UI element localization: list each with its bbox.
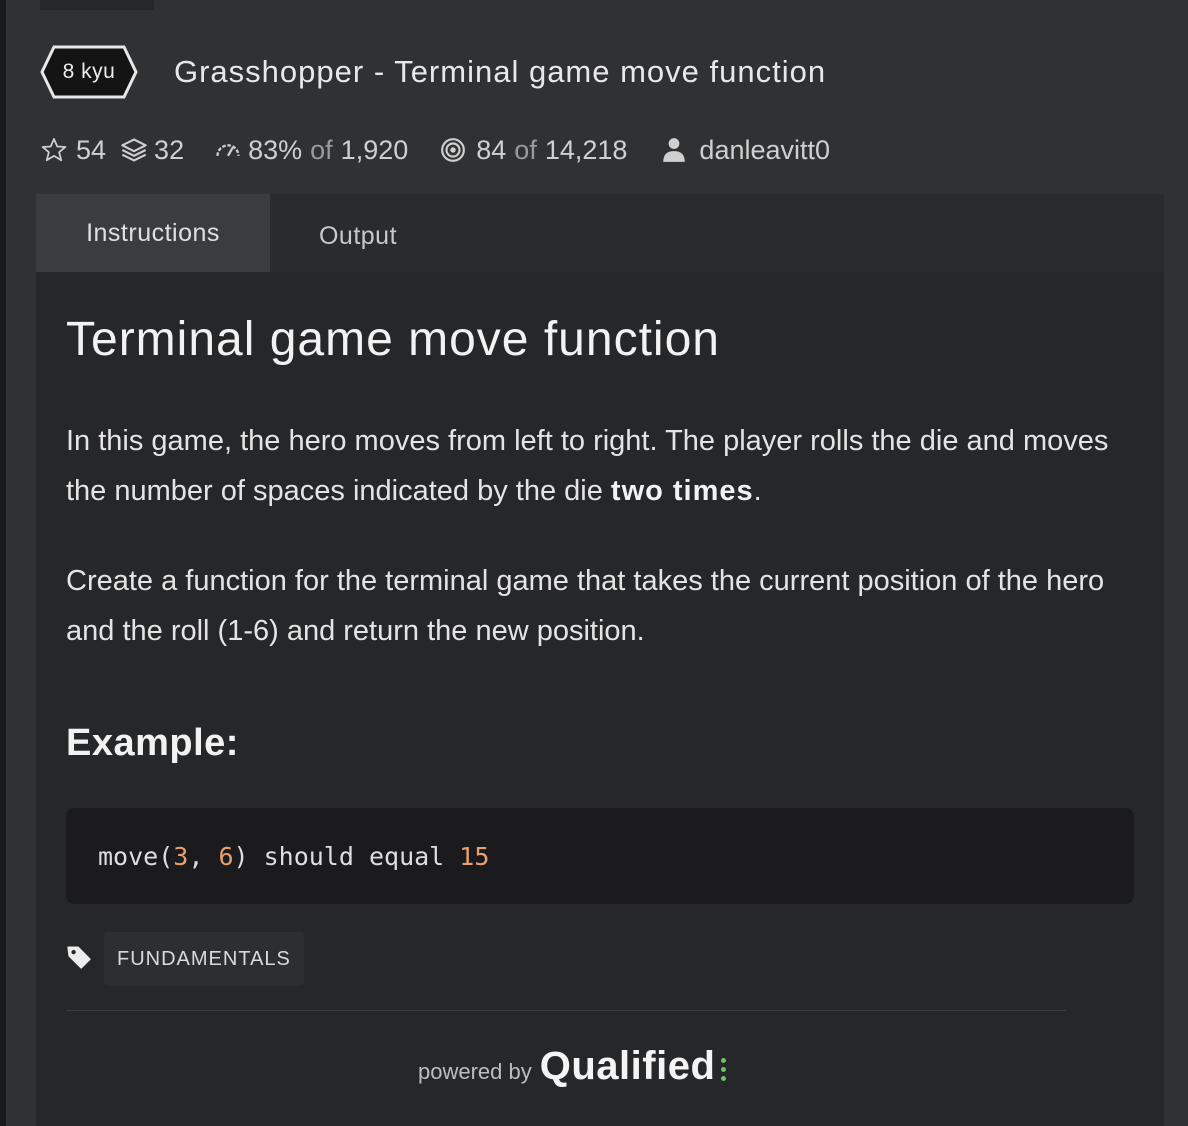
kata-title: Grasshopper - Terminal game move functio… [174,54,827,89]
tag-icon [66,944,92,975]
kata-page: 8 kyu Grasshopper - Terminal game move f… [6,0,1188,1126]
author-stat[interactable]: danleavitt0 [661,135,830,166]
completed-of: of [514,134,537,165]
satisfaction-rate: 83% [248,134,303,165]
footer-divider [66,1010,1066,1011]
powered-by-qualified[interactable]: powered by Qualified [418,1044,727,1094]
description-paragraph-2: Create a function for the terminal game … [66,565,1105,647]
paragraph-1-emphasis: two times [610,475,754,507]
star-icon[interactable] [40,136,68,164]
completed-stat: 84 of 14,218 [440,135,627,166]
target-icon [440,137,466,163]
paragraph-1-text: In this game, the hero moves from left t… [66,425,1109,507]
description-paragraph-1: In this game, the hero moves from left t… [66,416,1141,516]
top-tab-stub [40,0,154,10]
satisfaction-of: of [310,134,333,165]
tab-output[interactable]: Output [270,194,446,272]
qualified-dots-icon [721,1057,727,1081]
code-result: 15 [459,841,490,871]
paragraph-1-end: . [753,475,762,507]
satisfaction-total: 1,920 [340,134,409,165]
code-fn: move( [98,841,174,871]
stars-stat[interactable]: 54 [40,135,106,166]
tab-bar: Instructions Output [36,194,1164,272]
satisfaction-stat: 83% of 1,920 [214,135,408,166]
example-code-block: move(3, 6) should equal 15 [66,808,1134,904]
code-rest: ) should equal [233,841,460,871]
stars-count: 54 [76,134,107,165]
rank-badge: 8 kyu [40,44,138,100]
gauge-icon [214,136,242,164]
example-heading: Example: [66,722,239,764]
code-sep: , [188,841,219,871]
tab-instructions[interactable]: Instructions [36,194,270,272]
powered-by-label: powered by [418,1059,532,1084]
tag-list: FUNDAMENTALS [66,932,304,986]
collections-stat[interactable]: 32 [120,135,184,166]
completed-count: 84 [476,134,507,165]
layers-icon[interactable] [120,136,148,164]
user-icon [661,136,687,164]
description-panel: Instructions Output Terminal game move f… [36,194,1164,1126]
qualified-logo[interactable]: Qualified [540,1044,716,1089]
tag-fundamentals[interactable]: FUNDAMENTALS [104,932,304,986]
rank-label: 8 kyu [62,60,116,83]
collections-count: 32 [154,134,185,165]
kata-stats: 54 32 83% of 1,920 84 of 14,218 danleavi… [40,128,830,172]
author-link[interactable]: danleavitt0 [699,135,830,166]
description-heading: Terminal game move function [66,313,720,366]
completed-total: 14,218 [544,134,628,165]
kata-header: 8 kyu Grasshopper - Terminal game move f… [40,44,826,100]
code-arg-2: 6 [218,841,234,871]
code-arg-1: 3 [173,841,189,871]
